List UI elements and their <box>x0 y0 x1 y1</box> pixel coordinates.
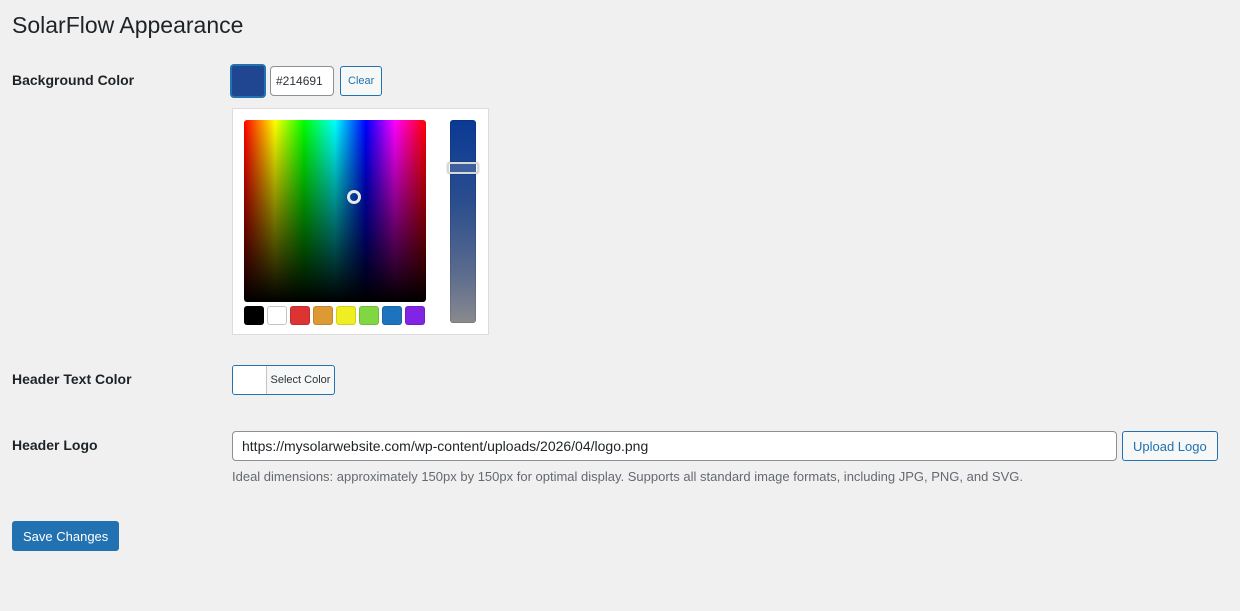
palette-swatch-5[interactable] <box>336 306 356 325</box>
background-color-label: Background Color <box>12 72 135 88</box>
header-logo-label: Header Logo <box>12 437 98 453</box>
header-logo-description: Ideal dimensions: approximately 150px by… <box>232 469 1023 484</box>
color-slider-strip[interactable] <box>447 120 479 323</box>
color-slider-handle[interactable] <box>447 162 479 174</box>
page-title: SolarFlow Appearance <box>12 12 244 38</box>
select-color-button[interactable]: Select Color <box>232 365 335 395</box>
color-picker-panel <box>232 108 489 335</box>
background-color-hex-input[interactable] <box>270 66 334 96</box>
color-spectrum-square[interactable] <box>244 120 426 302</box>
background-color-swatch-button[interactable] <box>231 65 265 97</box>
color-palette <box>244 306 425 325</box>
spectrum-handle[interactable] <box>347 190 361 204</box>
select-color-label: Select Color <box>270 374 331 386</box>
palette-swatch-4[interactable] <box>313 306 333 325</box>
palette-swatch-8[interactable] <box>405 306 425 325</box>
palette-swatch-7[interactable] <box>382 306 402 325</box>
palette-swatch-6[interactable] <box>359 306 379 325</box>
upload-logo-button[interactable]: Upload Logo <box>1122 431 1218 461</box>
clear-color-button[interactable]: Clear <box>340 66 383 96</box>
save-changes-button[interactable]: Save Changes <box>12 521 120 551</box>
palette-swatch-3[interactable] <box>290 306 310 325</box>
header-text-color-label: Header Text Color <box>12 371 132 387</box>
header-logo-url-input[interactable] <box>232 431 1117 461</box>
palette-swatch-1[interactable] <box>244 306 264 325</box>
header-text-color-swatch <box>233 366 267 394</box>
palette-swatch-2[interactable] <box>267 306 287 325</box>
